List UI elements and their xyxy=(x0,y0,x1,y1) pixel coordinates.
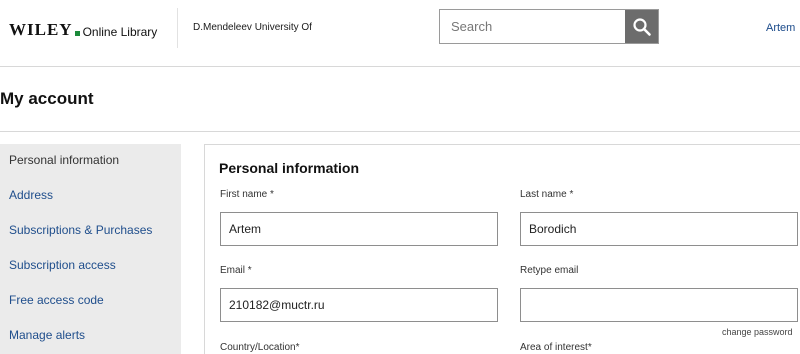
section-title: Personal information xyxy=(219,160,360,176)
institution-name: D.Mendeleev University Of xyxy=(193,22,312,33)
email-label: Email * xyxy=(220,265,252,276)
search-button[interactable] xyxy=(625,10,658,43)
retype-email-label: Retype email xyxy=(520,265,579,276)
email-field[interactable] xyxy=(220,288,498,322)
first-name-label: First name * xyxy=(220,189,274,200)
page-title: My account xyxy=(0,89,94,108)
area-of-interest-label: Area of interest* xyxy=(520,342,592,353)
sidebar-item-free-access-code[interactable]: Free access code xyxy=(9,293,104,307)
country-label: Country/Location* xyxy=(220,342,300,353)
first-name-field[interactable] xyxy=(220,212,498,246)
sidebar-item-subscription-access[interactable]: Subscription access xyxy=(9,258,116,272)
retype-email-field[interactable] xyxy=(520,288,798,322)
logo-wordmark: WILEY xyxy=(9,20,73,39)
account-sidebar: Personal information Address Subscriptio… xyxy=(0,144,181,354)
sidebar-item-subscriptions-purchases[interactable]: Subscriptions & Purchases xyxy=(9,223,152,237)
search-icon xyxy=(632,17,651,36)
sidebar-item-manage-alerts[interactable]: Manage alerts xyxy=(9,328,85,342)
logo-dot-icon xyxy=(74,30,80,36)
search-input[interactable] xyxy=(440,10,626,43)
logo-suffix: Online Library xyxy=(82,24,158,39)
header-divider xyxy=(177,8,178,48)
last-name-field[interactable] xyxy=(520,212,798,246)
sidebar-item-address[interactable]: Address xyxy=(9,188,53,202)
last-name-label: Last name * xyxy=(520,189,574,200)
change-password-link[interactable]: change password xyxy=(722,327,793,337)
wiley-logo[interactable]: WILEY Online Library xyxy=(9,20,157,40)
title-divider xyxy=(0,131,800,132)
user-menu-link[interactable]: Artem xyxy=(766,22,795,34)
search-box xyxy=(439,9,659,44)
site-header: WILEY Online Library D.Mendeleev Univers… xyxy=(0,0,800,67)
sidebar-item-personal-information[interactable]: Personal information xyxy=(9,153,119,167)
